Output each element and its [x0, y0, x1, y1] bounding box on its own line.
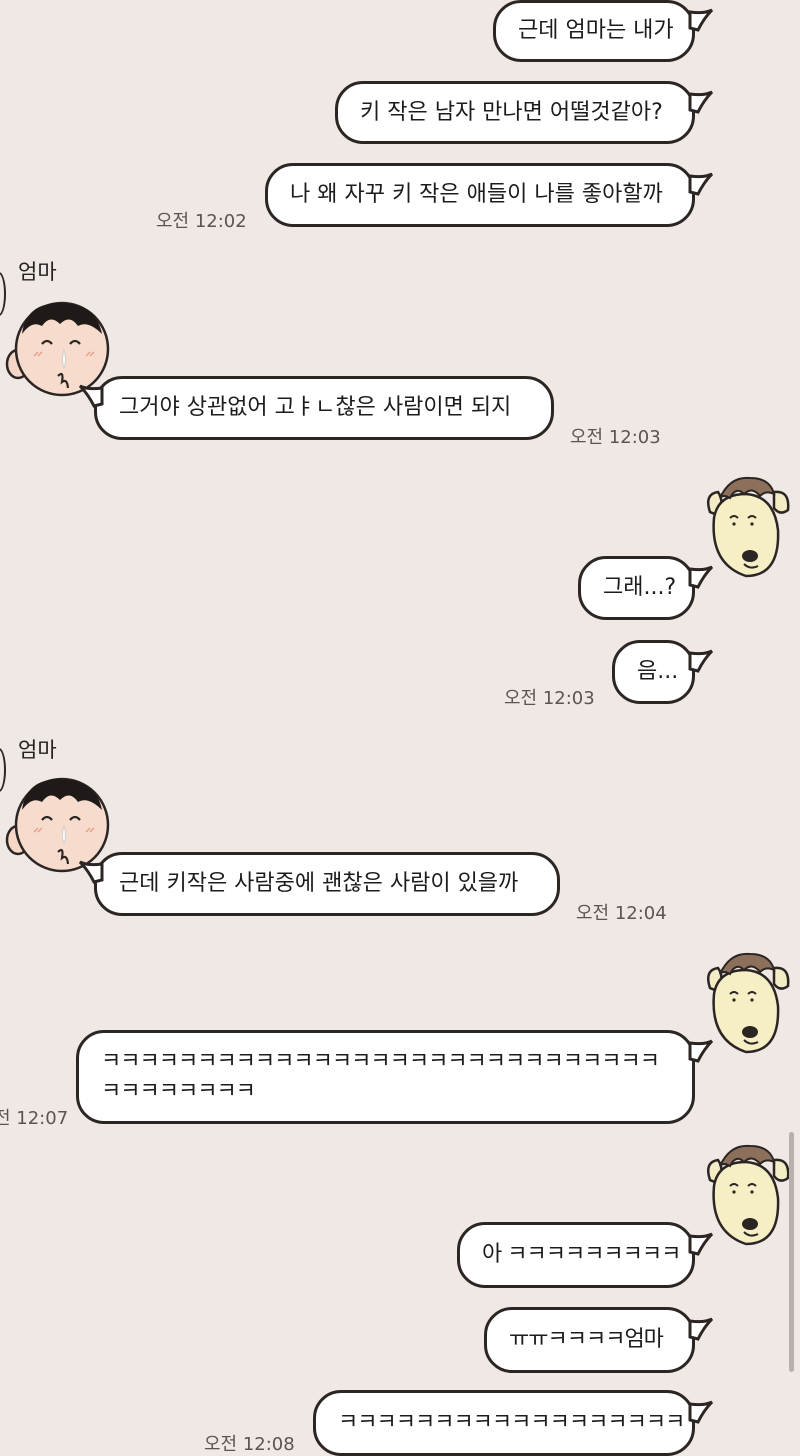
message-text: 음...: [637, 659, 679, 684]
message-bubble-sent[interactable]: ㅋㅋㅋㅋㅋㅋㅋㅋㅋㅋㅋㅋㅋㅋㅋㅋㅋㅋㅋㅋㅋㅋㅋㅋㅋㅋㅋㅋㅋㅋㅋㅋㅋㅋㅋㅋㅋ: [76, 1030, 695, 1124]
bubble-tail-right: [688, 8, 714, 32]
bubble-tail-right: [688, 649, 714, 673]
message-text: 근데 키작은 사람중에 괜찮은 사람이 있을까: [119, 871, 519, 896]
bubble-tail-right: [688, 1039, 714, 1063]
bubble-tail-right: [688, 1317, 714, 1341]
message-text: 그거야 상관없어 고ㅑㄴ찮은 사람이면 되지: [119, 395, 512, 420]
dog-character-icon[interactable]: [700, 472, 792, 580]
message-bubble-received[interactable]: 그거야 상관없어 고ㅑㄴ찮은 사람이면 되지: [94, 376, 554, 440]
sender-name: 엄마: [18, 738, 57, 762]
message-bubble-sent[interactable]: 키 작은 남자 만나면 어떨것같아?: [335, 81, 695, 144]
message-timestamp: 오전 12:03: [570, 427, 661, 448]
bubble-tail-right: [688, 1232, 714, 1256]
message-bubble-sent[interactable]: 아 ㅋㅋㅋㅋㅋㅋㅋㅋㅋ: [457, 1222, 695, 1288]
message-bubble-sent[interactable]: 근데 엄마는 내가: [493, 0, 695, 62]
bubble-tail-right: [688, 1400, 714, 1424]
sender-name: 엄마: [18, 260, 57, 284]
scrollbar[interactable]: [789, 1132, 794, 1372]
message-text: 나 왜 자꾸 키 작은 애들이 나를 좋아할까: [290, 182, 663, 207]
bubble-tail-right: [688, 172, 714, 196]
message-text: 아 ㅋㅋㅋㅋㅋㅋㅋㅋㅋ: [482, 1242, 681, 1267]
message-timestamp: 오전 12:03: [504, 688, 595, 709]
message-bubble-sent[interactable]: 음...: [612, 640, 695, 704]
dog-character-icon[interactable]: [700, 948, 792, 1056]
message-text: ㅋㅋㅋㅋㅋㅋㅋㅋㅋㅋㅋㅋㅋㅋㅋㅋㅋㅋㅋㅋㅋㅋㅋㅋㅋㅋㅋㅋㅋㅋㅋㅋㅋㅋㅋㅋㅋ: [101, 1049, 660, 1104]
message-bubble-sent[interactable]: ㅠㅠㅋㅋㅋㅋ엄마: [484, 1307, 695, 1373]
message-timestamp: 오전 12:02: [156, 211, 247, 232]
message-timestamp: 오전 12:08: [204, 1434, 295, 1455]
message-text: ㅠㅠㅋㅋㅋㅋ엄마: [509, 1327, 664, 1352]
dog-character-icon[interactable]: [700, 1140, 792, 1248]
message-bubble-sent[interactable]: ㅋㅋㅋㅋㅋㅋㅋㅋㅋㅋㅋㅋㅋㅋㅋㅋㅋㅋ: [313, 1390, 695, 1456]
bubble-tail-right: [688, 90, 714, 114]
message-text: 그래...?: [603, 575, 677, 600]
message-text: 키 작은 남자 만나면 어떨것같아?: [360, 99, 663, 125]
message-timestamp: 오전 12:04: [576, 903, 667, 924]
message-timestamp: 전 12:07: [0, 1108, 69, 1129]
bubble-tail-left: [78, 384, 104, 408]
message-bubble-sent[interactable]: 나 왜 자꾸 키 작은 애들이 나를 좋아할까: [265, 163, 695, 227]
bubble-tail-left: [78, 860, 104, 884]
bubble-tail-right: [688, 565, 714, 589]
message-bubble-received[interactable]: 근데 키작은 사람중에 괜찮은 사람이 있을까: [94, 852, 560, 916]
message-text: 근데 엄마는 내가: [518, 18, 674, 43]
message-text: ㅋㅋㅋㅋㅋㅋㅋㅋㅋㅋㅋㅋㅋㅋㅋㅋㅋㅋ: [338, 1410, 685, 1435]
message-bubble-sent[interactable]: 그래...?: [578, 556, 695, 620]
